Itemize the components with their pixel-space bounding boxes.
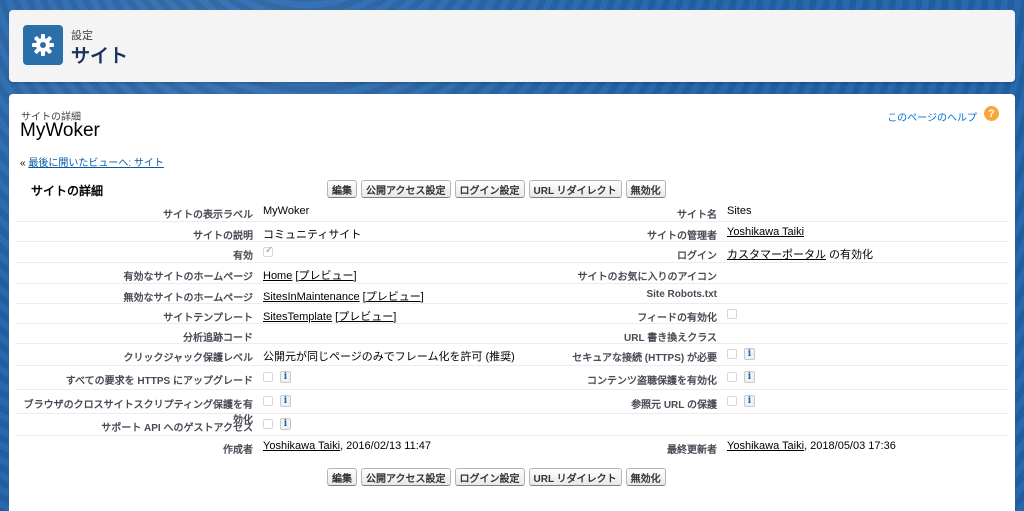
upgrade-https-checkbox xyxy=(263,372,273,383)
help-icon[interactable]: ? xyxy=(984,106,999,121)
field-label: サイト名 xyxy=(677,210,717,221)
field-label: 有効 xyxy=(233,251,253,262)
field-label: 無効なサイトのホームページ xyxy=(123,293,254,304)
created-by-link[interactable]: Yoshikawa Taiki xyxy=(263,440,340,452)
template-link[interactable]: SitesTemplate xyxy=(263,311,332,323)
page-header: 設定 サイト xyxy=(9,10,1015,82)
field-label: Site Robots.txt xyxy=(646,289,717,300)
page-title: サイト xyxy=(71,46,129,67)
info-icon[interactable]: i xyxy=(744,371,755,384)
field-label: サイトテンプレート xyxy=(163,313,253,324)
field-row: サイトテンプレート SitesTemplate [プレビュー] フィードの有効化 xyxy=(17,304,1007,324)
info-icon[interactable]: i xyxy=(280,395,291,408)
field-label: URL 書き換えクラス xyxy=(624,333,717,344)
inactive-home-preview-link[interactable]: プレビュー xyxy=(366,291,421,303)
field-label: 作成者 xyxy=(223,445,253,456)
field-row: 有効なサイトのホームページ Home [プレビュー] サイトのお気に入りのアイコ… xyxy=(17,263,1007,284)
public-access-settings-button[interactable]: 公開アクセス設定 xyxy=(361,468,451,486)
field-label: 分析追跡コード xyxy=(183,333,253,344)
customer-portal-link[interactable]: カスタマーポータル xyxy=(727,249,826,261)
field-row: サイトの説明 コミュニティサイト サイトの管理者 Yoshikawa Taiki xyxy=(17,222,1007,242)
section-title: サイトの詳細 xyxy=(31,184,104,198)
field-label: セキュアな接続 (HTTPS) が必要 xyxy=(572,353,717,364)
url-redirect-button[interactable]: URL リダイレクト xyxy=(528,180,622,198)
info-icon[interactable]: i xyxy=(744,395,755,408)
field-label: サイトのお気に入りのアイコン xyxy=(577,272,718,283)
login-settings-button[interactable]: ログイン設定 xyxy=(454,180,525,198)
field-row: すべての要求を HTTPS にアップグレード i コンテンツ盗聴保護を有効化 i xyxy=(17,366,1007,390)
breadcrumb: « 最後に開いたビューへ: サイト xyxy=(20,154,164,169)
active-home-preview-link[interactable]: プレビュー xyxy=(298,270,353,282)
field-row: 無効なサイトのホームページ SitesInMaintenance [プレビュー]… xyxy=(17,284,1007,304)
description-value: コミュニティサイト xyxy=(263,229,362,241)
deactivate-button[interactable]: 無効化 xyxy=(625,468,666,486)
created-date: , 2016/02/13 11:47 xyxy=(340,440,431,452)
record-title: MyWoker xyxy=(20,120,100,141)
info-icon[interactable]: i xyxy=(280,418,291,431)
field-label: 参照元 URL の保護 xyxy=(631,400,717,411)
gear-icon xyxy=(23,25,63,65)
template-preview-link[interactable]: プレビュー xyxy=(338,311,393,323)
display-label-value: MyWoker xyxy=(263,205,310,217)
content-sniff-checkbox xyxy=(727,372,737,383)
field-row: ブラウザのクロスサイトスクリプティング保護を有効化 i 参照元 URL の保護 … xyxy=(17,390,1007,426)
back-to-list-link[interactable]: 最後に開いたビューへ: サイト xyxy=(28,158,164,169)
detail-fields: サイトの表示ラベル MyWoker サイト名 Sites サイトの説明 コミュニ… xyxy=(17,201,1007,458)
site-name-value: Sites xyxy=(727,205,752,217)
field-label: ログイン xyxy=(677,251,717,262)
site-admin-link[interactable]: Yoshikawa Taiki xyxy=(727,226,804,238)
guest-api-checkbox xyxy=(263,419,273,430)
bottom-button-row: 編集 公開アクセス設定 ログイン設定 URL リダイレクト 無効化 xyxy=(327,468,666,486)
login-settings-button[interactable]: ログイン設定 xyxy=(454,468,525,486)
field-label: 有効なサイトのホームページ xyxy=(123,272,254,283)
field-label: サイトの管理者 xyxy=(647,231,717,242)
inactive-home-link[interactable]: SitesInMaintenance xyxy=(263,291,360,303)
field-row: 有効 ログイン カスタマーポータル の有効化 xyxy=(17,242,1007,263)
field-label: コンテンツ盗聴保護を有効化 xyxy=(587,376,717,387)
deactivate-button[interactable]: 無効化 xyxy=(625,180,666,198)
field-row: 分析追跡コード URL 書き換えクラス xyxy=(17,324,1007,344)
field-label: サイトの説明 xyxy=(193,231,253,242)
field-label: 最終更新者 xyxy=(667,445,717,456)
field-label: サポート API へのゲストアクセス xyxy=(101,423,253,434)
field-label: フィードの有効化 xyxy=(637,313,717,324)
field-row: 作成者 Yoshikawa Taiki, 2016/02/13 11:47 最終… xyxy=(17,436,1007,458)
help-link[interactable]: このページのヘルプ xyxy=(887,109,977,124)
feeds-checkbox xyxy=(727,309,737,320)
field-row: サイトの表示ラベル MyWoker サイト名 Sites xyxy=(17,201,1007,222)
clickjack-value: 公開元が同じページのみでフレーム化を許可 (推奨) xyxy=(263,351,515,363)
active-home-link[interactable]: Home xyxy=(263,270,292,282)
login-suffix: の有効化 xyxy=(826,249,874,261)
active-checkbox xyxy=(263,245,273,258)
field-row: サポート API へのゲストアクセス i xyxy=(17,414,1007,436)
modified-date: , 2018/05/03 17:36 xyxy=(804,440,896,452)
top-button-row: 編集 公開アクセス設定 ログイン設定 URL リダイレクト 無効化 xyxy=(327,180,666,198)
modified-by-link[interactable]: Yoshikawa Taiki xyxy=(727,440,804,452)
referrer-checkbox xyxy=(727,396,737,407)
field-label: サイトの表示ラベル xyxy=(163,210,253,221)
field-label: すべての要求を HTTPS にアップグレード xyxy=(65,376,253,387)
public-access-settings-button[interactable]: 公開アクセス設定 xyxy=(361,180,451,198)
field-row: クリックジャック保護レベル 公開元が同じページのみでフレーム化を許可 (推奨) … xyxy=(17,344,1007,366)
https-checkbox xyxy=(727,349,737,360)
edit-button[interactable]: 編集 xyxy=(327,180,357,198)
detail-panel: サイトの詳細 MyWoker このページのヘルプ ? « 最後に開いたビューへ:… xyxy=(9,94,1015,511)
edit-button[interactable]: 編集 xyxy=(327,468,357,486)
field-label: クリックジャック保護レベル xyxy=(123,353,254,364)
info-icon[interactable]: i xyxy=(744,348,755,361)
url-redirect-button[interactable]: URL リダイレクト xyxy=(528,468,622,486)
xss-checkbox xyxy=(263,396,273,407)
info-icon[interactable]: i xyxy=(280,371,291,384)
